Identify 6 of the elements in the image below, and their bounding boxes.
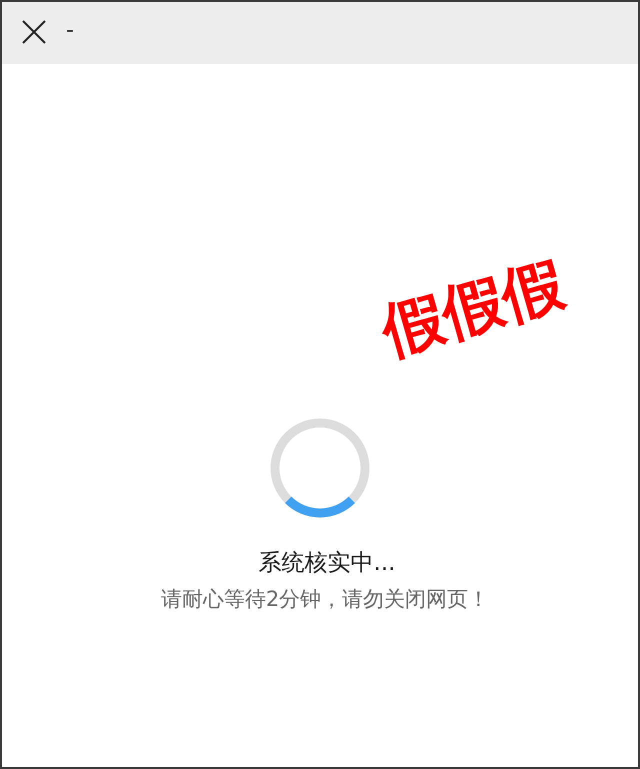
loading-title: 系统核实中... (258, 549, 396, 578)
close-icon[interactable] (22, 20, 46, 44)
loading-message: 请耐心等待2分钟，请勿关闭网页！ (160, 586, 490, 612)
window-title: - (66, 20, 74, 42)
loading-spinner-icon (270, 418, 370, 518)
stamp-text: 假假假 (374, 250, 572, 366)
